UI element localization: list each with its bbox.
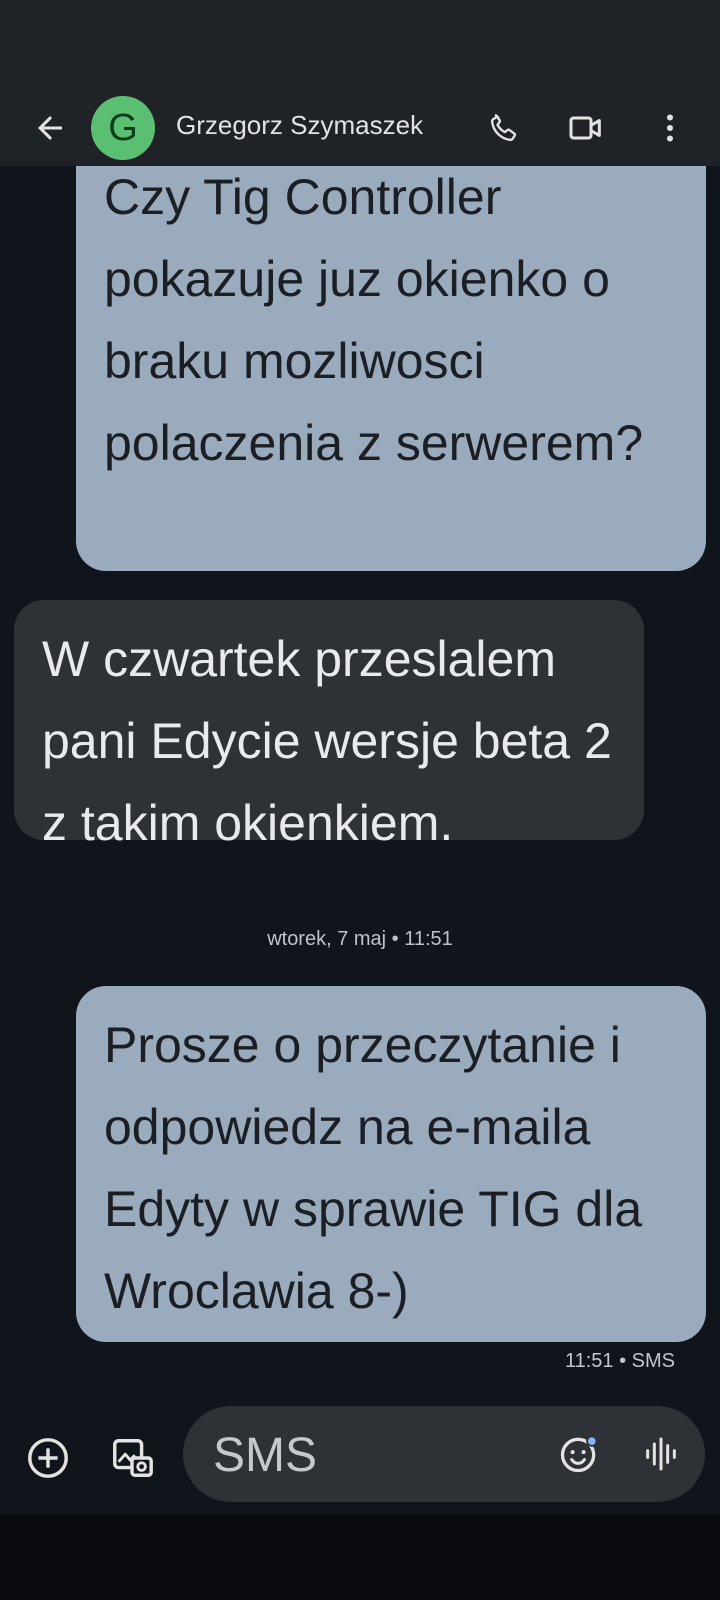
status-bar	[0, 0, 720, 80]
compose-bar	[0, 1402, 720, 1514]
message-meta: 11:51 • SMS	[564, 1350, 675, 1372]
message-text: Prosze o przeczytanie i odpowiedz na e-m…	[104, 1017, 643, 1319]
back-button[interactable]	[22, 100, 78, 156]
navigation-bar	[0, 1514, 720, 1600]
video-camera-icon	[569, 116, 601, 140]
message-thread[interactable]: Czy Tig Controller pokazuje juz okienko …	[0, 166, 720, 1402]
emoji-button[interactable]	[551, 1426, 607, 1482]
contact-name[interactable]: Grzegorz Szymaszek	[176, 110, 423, 141]
gallery-button[interactable]	[104, 1430, 160, 1486]
call-button[interactable]	[476, 100, 532, 156]
message-input-container[interactable]	[183, 1406, 705, 1502]
message-input[interactable]	[211, 1424, 535, 1486]
message-text: W czwartek przeslalem pani Edycie wersje…	[42, 631, 612, 851]
app-bar: G Grzegorz Szymaszek	[0, 80, 720, 166]
gallery-icon	[113, 1439, 153, 1477]
arrow-back-icon	[38, 116, 62, 140]
voice-waveform-icon	[646, 1437, 676, 1471]
video-call-button[interactable]	[558, 100, 614, 156]
more-vert-icon	[667, 114, 673, 142]
message-bubble-outgoing[interactable]: Czy Tig Controller pokazuje juz okienko …	[76, 166, 706, 571]
more-options-button[interactable]	[642, 100, 698, 156]
add-attachment-button[interactable]	[20, 1430, 76, 1486]
message-bubble-outgoing[interactable]: Prosze o przeczytanie i odpowiedz na e-m…	[76, 986, 706, 1342]
add-circle-icon	[28, 1438, 68, 1478]
date-separator: wtorek, 7 maj • 11:51	[267, 928, 453, 950]
message-text: Czy Tig Controller pokazuje juz okienko …	[104, 169, 644, 471]
phone-icon	[490, 114, 517, 142]
avatar[interactable]: G	[91, 96, 155, 160]
voice-message-button[interactable]	[633, 1426, 689, 1482]
emoji-icon	[560, 1435, 598, 1473]
message-bubble-incoming[interactable]: W czwartek przeslalem pani Edycie wersje…	[14, 600, 644, 851]
